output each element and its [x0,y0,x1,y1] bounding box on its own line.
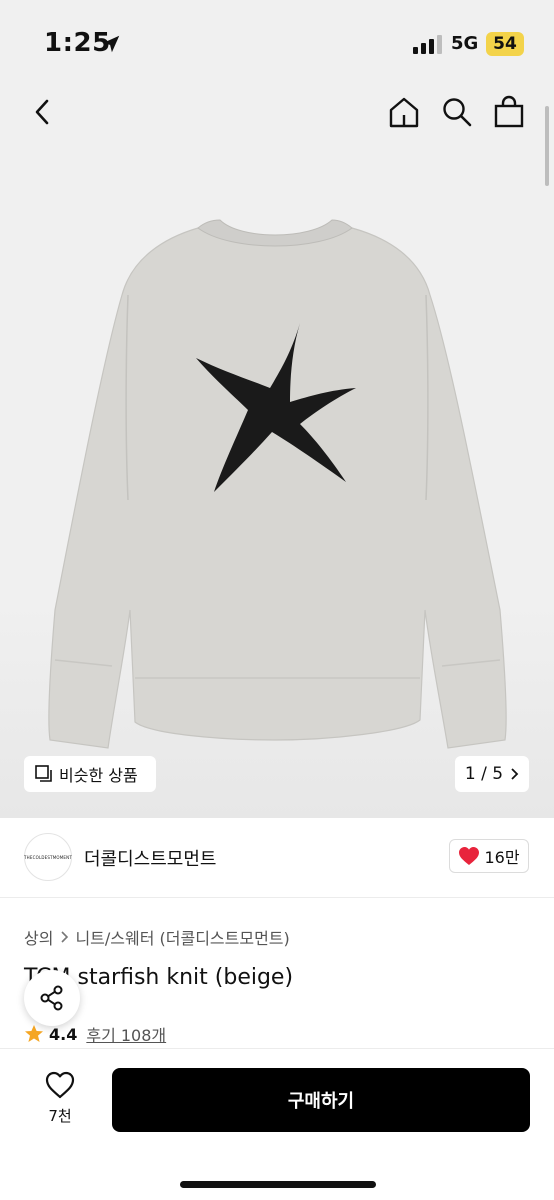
rating-row: 4.4 후기 108개 [24,1022,166,1046]
star-icon [25,1025,43,1042]
heart-filled-icon [459,847,480,865]
home-indicator [180,1181,376,1188]
scroll-indicator [545,106,549,186]
brand-row[interactable]: THECOLDESTMOMENT 더콜디스트모먼트 16만 [0,818,554,898]
search-button[interactable] [438,90,476,134]
shopping-bag-icon [494,95,524,128]
search-icon [443,98,472,127]
brand-logo[interactable]: THECOLDESTMOMENT [24,833,72,881]
home-icon [389,97,419,128]
bottom-action-bar: 7천 구매하기 [0,1048,554,1200]
chevron-right-icon [511,768,519,780]
product-image[interactable] [0,200,554,760]
back-button[interactable] [24,90,60,134]
chevron-right-icon [61,931,69,943]
similar-products-label: 비슷한 상품 [59,766,138,785]
similar-products-button[interactable]: 비슷한 상품 [24,756,156,792]
wishlist-button[interactable]: 7천 [30,1071,90,1126]
brand-like-count: 16만 [484,848,520,867]
rating-score: 4.4 [49,1024,78,1044]
brand-logo-text: THECOLDESTMOMENT [24,854,72,860]
review-count-link[interactable]: 후기 108개 [86,1022,166,1046]
signal-icon [413,35,442,54]
brand-name[interactable]: 더콜디스트모먼트 [84,845,216,871]
share-button[interactable] [24,970,80,1026]
image-pager[interactable]: 1 / 5 [455,756,529,792]
home-button[interactable] [384,90,424,134]
chevron-left-icon [35,99,49,125]
buy-button[interactable]: 구매하기 [112,1068,530,1132]
breadcrumb-category[interactable]: 상의 [24,925,53,949]
similar-items-icon [35,765,52,782]
heart-outline-icon [45,1071,75,1099]
location-arrow-icon [102,35,120,53]
status-bar: 1:25 5G 54 [0,0,554,90]
wishlist-count: 7천 [48,1107,72,1125]
battery-indicator: 54 [486,32,524,56]
breadcrumb-subcategory[interactable]: 니트/스웨터 (더콜디스트모먼트) [75,925,289,949]
pager-label: 1 / 5 [464,764,504,784]
network-label: 5G [451,33,479,54]
product-gallery[interactable]: 비슷한 상품 1 / 5 [0,90,554,818]
breadcrumb: 상의 니트/스웨터 (더콜디스트모먼트) [24,925,290,949]
brand-like-button[interactable]: 16만 [449,839,529,873]
share-icon [40,985,63,1011]
shopping-bag-button[interactable] [490,90,528,134]
